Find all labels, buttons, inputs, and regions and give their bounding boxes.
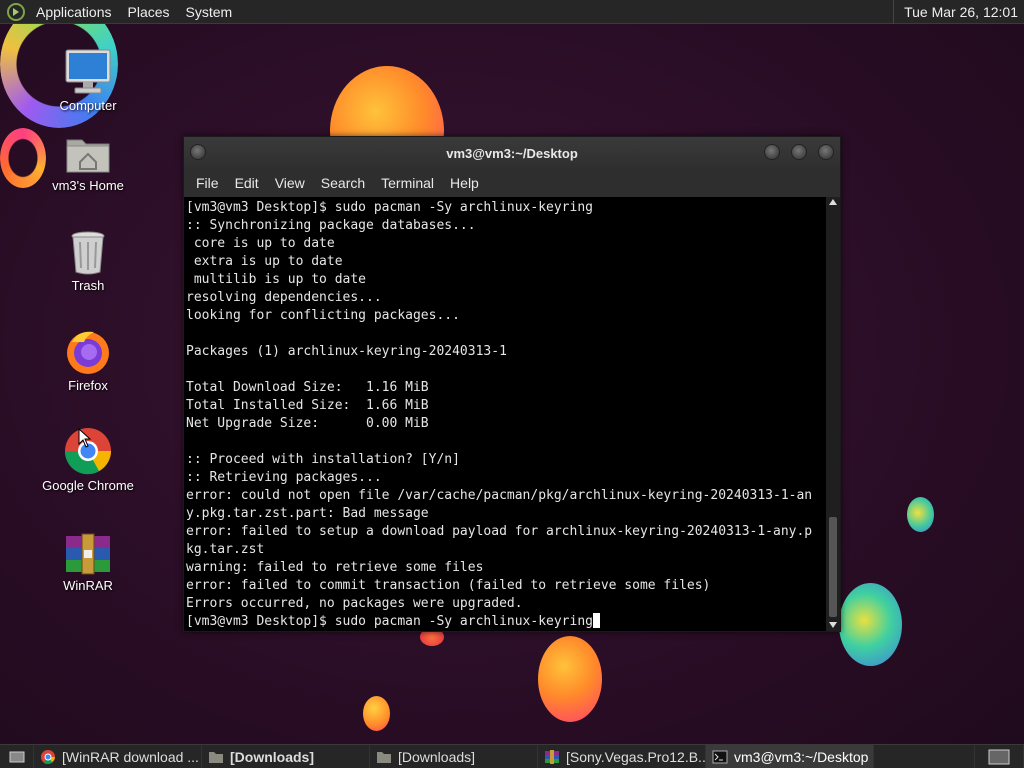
terminal-line: :: Synchronizing package databases... (186, 218, 476, 233)
desktop-icon-label: WinRAR (63, 578, 113, 593)
terminal-line: Packages (1) archlinux-keyring-20240313-… (186, 344, 507, 359)
desktop-icon-trash[interactable]: Trash (33, 224, 143, 293)
workspace-switcher[interactable] (974, 744, 1024, 768)
taskbar-item[interactable]: [Sony.Vegas.Pro12.B... (538, 744, 706, 768)
window-titlebar[interactable]: vm3@vm3:~/Desktop (184, 137, 840, 169)
taskbar-item-active[interactable]: vm3@vm3:~/Desktop (706, 744, 874, 768)
taskbar-item-label: [Downloads] (230, 748, 314, 765)
wallpaper-blob (839, 583, 902, 666)
terminal-line: multilib is up to date (186, 272, 367, 287)
mouse-cursor-icon (78, 428, 92, 448)
desktop-icon-label: vm3's Home (52, 178, 124, 193)
taskbar-item[interactable]: [Downloads] (202, 744, 370, 768)
terminal-text: [vm3@vm3 Desktop]$ sudo pacman -Sy archl… (186, 199, 828, 613)
home-folder-icon (33, 124, 143, 176)
desktop-icon-label: Firefox (68, 378, 108, 393)
terminal-icon (712, 750, 728, 763)
places-menu[interactable]: Places (120, 0, 178, 24)
minimize-button[interactable] (764, 144, 780, 160)
terminal-line: extra is up to date (186, 254, 343, 269)
menu-help[interactable]: Help (442, 175, 487, 191)
terminal-line: looking for conflicting packages... (186, 308, 460, 323)
scroll-down-arrow-icon[interactable] (829, 622, 837, 628)
taskbar-item[interactable]: [Downloads] (370, 744, 538, 768)
terminal-line: error: failed to setup a download payloa… (186, 524, 813, 539)
terminal-line: resolving dependencies... (186, 290, 382, 305)
terminal-line: Net Upgrade Size: 0.00 MiB (186, 416, 429, 431)
desktop-icon-computer[interactable]: Computer (33, 44, 143, 113)
terminal-line: Total Installed Size: 1.66 MiB (186, 398, 429, 413)
show-desktop-icon (9, 751, 25, 762)
terminal-output[interactable]: [vm3@vm3 Desktop]$ sudo pacman -Sy archl… (184, 197, 828, 631)
terminal-menubar: File Edit View Search Terminal Help (184, 169, 840, 197)
top-panel: Applications Places System Tue Mar 26, 1… (0, 0, 1024, 24)
winrar-icon (33, 524, 143, 576)
menu-edit[interactable]: Edit (227, 175, 267, 191)
terminal-line: error: failed to commit transaction (fai… (186, 578, 711, 593)
bottom-taskbar: [WinRAR download ... [Downloads] [Downlo… (0, 744, 1024, 768)
terminal-line: error: could not open file /var/cache/pa… (186, 488, 813, 503)
clock[interactable]: Tue Mar 26, 12:01 (893, 0, 1024, 24)
window-title: vm3@vm3:~/Desktop (446, 145, 578, 161)
desktop-icon-firefox[interactable]: Firefox (33, 324, 143, 393)
show-desktop-button[interactable] (0, 744, 34, 768)
terminal-line: [vm3@vm3 Desktop]$ sudo pacman -Sy archl… (186, 200, 593, 215)
workspace-icon (988, 749, 1010, 764)
applications-menu[interactable]: Applications (28, 0, 120, 24)
terminal-prompt-line[interactable]: [vm3@vm3 Desktop]$ sudo pacman -Sy archl… (186, 613, 828, 631)
wallpaper-blob (907, 497, 934, 532)
terminal-line: Errors occurred, no packages were upgrad… (186, 596, 523, 611)
terminal-line: Total Download Size: 1.16 MiB (186, 380, 429, 395)
maximize-button[interactable] (791, 144, 807, 160)
desktop-icon-label: Google Chrome (42, 478, 134, 493)
taskbar-item-label: [Downloads] (398, 748, 476, 765)
wallpaper-blob (363, 696, 390, 731)
chrome-icon (41, 749, 55, 764)
firefox-icon (33, 324, 143, 376)
arch-menu-icon[interactable] (4, 0, 28, 24)
terminal-line: y.pkg.tar.zst.part: Bad message (186, 506, 429, 521)
terminal-line: :: Retrieving packages... (186, 470, 382, 485)
terminal-scrollbar[interactable] (826, 197, 840, 631)
computer-icon (33, 44, 143, 96)
scroll-up-arrow-icon[interactable] (829, 199, 837, 205)
archive-icon (545, 749, 559, 764)
menu-file[interactable]: File (188, 175, 227, 191)
trash-icon (33, 224, 143, 276)
terminal-line: kg.tar.zst (186, 542, 265, 557)
taskbar-item-label: vm3@vm3:~/Desktop (734, 748, 869, 765)
taskbar-item-label: [WinRAR download ... (62, 748, 199, 765)
terminal-line: warning: failed to retrieve some files (186, 560, 484, 575)
terminal-line: core is up to date (186, 236, 335, 251)
terminal-input[interactable]: [vm3@vm3 Desktop]$ sudo pacman -Sy archl… (186, 614, 593, 629)
terminal-line: :: Proceed with installation? [Y/n] (186, 452, 460, 467)
scrollbar-thumb[interactable] (829, 517, 837, 617)
folder-icon (377, 751, 391, 763)
taskbar-item-label: [Sony.Vegas.Pro12.B... (566, 748, 706, 765)
desktop-icon-label: Trash (71, 278, 105, 293)
desktop-icon-home[interactable]: vm3's Home (33, 124, 143, 193)
desktop-icon-label: Computer (59, 98, 117, 113)
menu-terminal[interactable]: Terminal (373, 175, 442, 191)
wallpaper-blob (538, 636, 602, 722)
taskbar-item[interactable]: [WinRAR download ... (34, 744, 202, 768)
folder-icon (209, 751, 223, 763)
menu-view[interactable]: View (267, 175, 313, 191)
terminal-window[interactable]: vm3@vm3:~/Desktop File Edit View Search … (183, 136, 841, 632)
system-menu[interactable]: System (178, 0, 241, 24)
menu-search[interactable]: Search (313, 175, 373, 191)
close-button[interactable] (818, 144, 834, 160)
desktop-icon-winrar[interactable]: WinRAR (33, 524, 143, 593)
window-menu-button[interactable] (190, 144, 206, 160)
text-cursor (593, 613, 600, 628)
